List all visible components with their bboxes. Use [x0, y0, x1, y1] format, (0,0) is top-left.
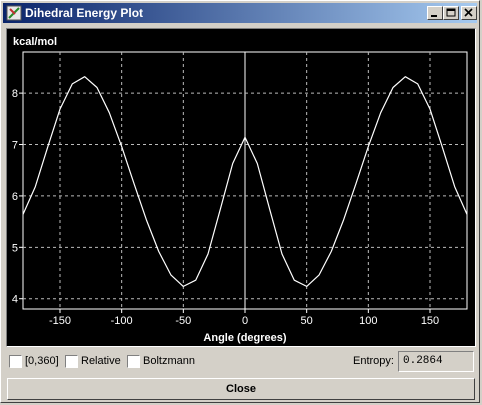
minimize-icon: [431, 15, 437, 17]
minimize-button[interactable]: [427, 6, 443, 20]
window-title: Dihedral Energy Plot: [25, 6, 144, 20]
y-tick-label: 4: [12, 294, 18, 306]
x-tick-label: 50: [301, 315, 313, 327]
x-tick-label: 100: [359, 315, 377, 327]
plot-area: -150 -100 -50 0 50 100 150 4 5 6 7 8 kcal/mol Angle (…: [6, 28, 476, 347]
close-icon: [464, 8, 473, 17]
entropy-field[interactable]: 0.2864: [398, 351, 474, 372]
y-tick-label: 7: [12, 140, 18, 152]
entropy-label: Entropy:: [353, 355, 394, 367]
x-tick-label: -50: [175, 315, 191, 327]
app-icon: [6, 5, 22, 21]
x-axis-label: Angle (degrees): [203, 332, 286, 344]
x-tick-label: -100: [111, 315, 133, 327]
close-window-button[interactable]: [461, 6, 477, 20]
x-tick-label: 150: [421, 315, 439, 327]
maximize-button[interactable]: [443, 6, 459, 20]
x-tick-label: -150: [49, 315, 71, 327]
close-button[interactable]: Close: [7, 378, 475, 400]
y-tick-label: 8: [12, 88, 18, 100]
dihedral-energy-window: Dihedral Energy Plot -150 -100 -50 0 50 100 15…: [0, 0, 480, 403]
x-tick-label: 0: [242, 315, 248, 327]
maximize-icon: [446, 8, 456, 17]
range-0-360-checkbox[interactable]: [9, 355, 22, 368]
y-tick-label: 5: [12, 242, 18, 254]
options-bar: [0,360] Relative Boltzmann Entropy: 0.28…: [1, 350, 481, 375]
relative-label: Relative: [81, 355, 121, 367]
relative-checkbox[interactable]: [65, 355, 78, 368]
y-axis-label: kcal/mol: [13, 36, 57, 48]
range-0-360-label: [0,360]: [25, 355, 59, 367]
boltzmann-label: Boltzmann: [143, 355, 195, 367]
energy-chart: -150 -100 -50 0 50 100 150 4 5 6 7 8 kcal/mol Angle (…: [12, 36, 468, 344]
boltzmann-checkbox[interactable]: [127, 355, 140, 368]
title-bar[interactable]: Dihedral Energy Plot: [3, 3, 477, 23]
y-tick-label: 6: [12, 191, 18, 203]
